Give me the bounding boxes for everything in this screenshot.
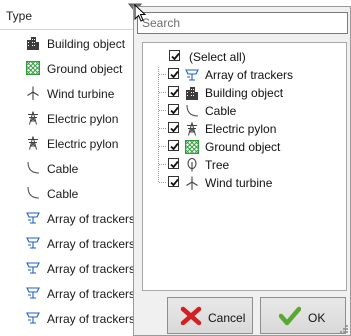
table-row[interactable]: Ground object bbox=[0, 56, 135, 81]
checklist-label: Array of trackers bbox=[205, 68, 294, 82]
wind-turbine-icon bbox=[185, 176, 199, 190]
row-type-label: Building object bbox=[47, 37, 126, 51]
mouse-cursor-icon bbox=[134, 4, 147, 22]
table-row[interactable]: Wind turbine bbox=[0, 81, 135, 106]
tracker-array-icon bbox=[26, 286, 40, 300]
table-row[interactable]: Building object bbox=[0, 31, 135, 56]
row-type-label: Electric pylon bbox=[47, 137, 119, 151]
building-icon bbox=[185, 86, 199, 100]
table-row[interactable]: Array of trackers bbox=[0, 206, 135, 231]
checklist-item[interactable]: Array of trackers bbox=[143, 66, 343, 84]
checkbox[interactable] bbox=[168, 122, 179, 133]
building-icon bbox=[26, 36, 40, 50]
checkbox[interactable] bbox=[168, 86, 179, 97]
table-row[interactable]: Array of trackers bbox=[0, 231, 135, 256]
search-input[interactable] bbox=[137, 12, 348, 34]
column-header-type[interactable]: Type bbox=[0, 0, 135, 30]
row-type-label: Array of trackers bbox=[47, 312, 136, 326]
filter-checklist: (Select all) Array of trackers Building ob… bbox=[142, 42, 347, 291]
row-type-label: Array of trackers bbox=[47, 262, 136, 276]
column-title: Type bbox=[6, 9, 33, 23]
tracker-array-icon bbox=[185, 68, 199, 82]
ground-object-icon bbox=[185, 140, 199, 154]
checklist-label: Building object bbox=[205, 86, 284, 100]
row-type-label: Wind turbine bbox=[47, 87, 115, 101]
checklist-item[interactable]: Electric pylon bbox=[143, 120, 343, 138]
table-row[interactable]: Array of trackers bbox=[0, 306, 135, 331]
checklist-item[interactable]: Cable bbox=[143, 102, 343, 120]
cancel-button[interactable]: Cancel bbox=[167, 297, 253, 334]
cable-icon bbox=[26, 186, 40, 200]
checklist-label: Cable bbox=[205, 104, 237, 118]
electric-pylon-icon bbox=[26, 136, 40, 150]
checkbox[interactable] bbox=[169, 50, 180, 61]
table-row[interactable]: Electric pylon bbox=[0, 106, 135, 131]
cable-icon bbox=[185, 104, 199, 118]
wind-turbine-icon bbox=[26, 86, 40, 100]
row-type-label: Cable bbox=[47, 187, 79, 201]
checklist-label: Tree bbox=[205, 158, 230, 172]
row-type-label: Ground object bbox=[47, 62, 123, 76]
ok-checkmark-icon bbox=[279, 306, 301, 326]
cable-icon bbox=[26, 161, 40, 175]
tracker-array-icon bbox=[26, 236, 40, 250]
tracker-array-icon bbox=[26, 211, 40, 225]
ground-object-icon bbox=[26, 61, 40, 75]
checklist-label: Ground object bbox=[205, 140, 281, 154]
ok-button[interactable]: OK bbox=[260, 297, 346, 334]
checklist-label: (Select all) bbox=[189, 50, 246, 64]
checklist-label: Electric pylon bbox=[205, 122, 277, 136]
table-row[interactable]: Cable bbox=[0, 156, 135, 181]
tracker-array-icon bbox=[26, 311, 40, 325]
tracker-array-icon bbox=[26, 261, 40, 275]
checkbox[interactable] bbox=[168, 140, 179, 151]
electric-pylon-icon bbox=[26, 111, 40, 125]
checklist-item[interactable]: Wind turbine bbox=[143, 174, 343, 192]
checklist-item[interactable]: Ground object bbox=[143, 138, 343, 156]
tree-icon bbox=[185, 157, 199, 172]
row-type-label: Array of trackers bbox=[47, 212, 136, 226]
row-type-label: Electric pylon bbox=[47, 112, 119, 126]
select-all-item[interactable]: (Select all) bbox=[143, 48, 343, 66]
row-type-label: Cable bbox=[47, 162, 79, 176]
ok-label: OK bbox=[308, 311, 326, 325]
resize-grip-icon[interactable] bbox=[339, 324, 349, 334]
table-row[interactable]: Array of trackers bbox=[0, 281, 135, 306]
filter-popup: (Select all) Array of trackers Building ob… bbox=[133, 6, 351, 336]
table-row[interactable]: Electric pylon bbox=[0, 131, 135, 156]
checkbox[interactable] bbox=[168, 104, 179, 115]
checklist-item[interactable]: Building object bbox=[143, 84, 343, 102]
row-type-label: Array of trackers bbox=[47, 287, 136, 301]
checkbox[interactable] bbox=[168, 176, 179, 187]
cancel-x-icon bbox=[180, 306, 202, 326]
checkbox[interactable] bbox=[168, 158, 179, 169]
checklist-label: Wind turbine bbox=[205, 176, 273, 190]
electric-pylon-icon bbox=[185, 122, 199, 136]
checkbox[interactable] bbox=[168, 68, 179, 79]
table-row[interactable]: Array of trackers bbox=[0, 256, 135, 281]
checklist-item[interactable]: Tree bbox=[143, 156, 343, 174]
row-type-label: Array of trackers bbox=[47, 237, 136, 251]
cancel-label: Cancel bbox=[208, 311, 246, 325]
table-row[interactable]: Cable bbox=[0, 181, 135, 206]
